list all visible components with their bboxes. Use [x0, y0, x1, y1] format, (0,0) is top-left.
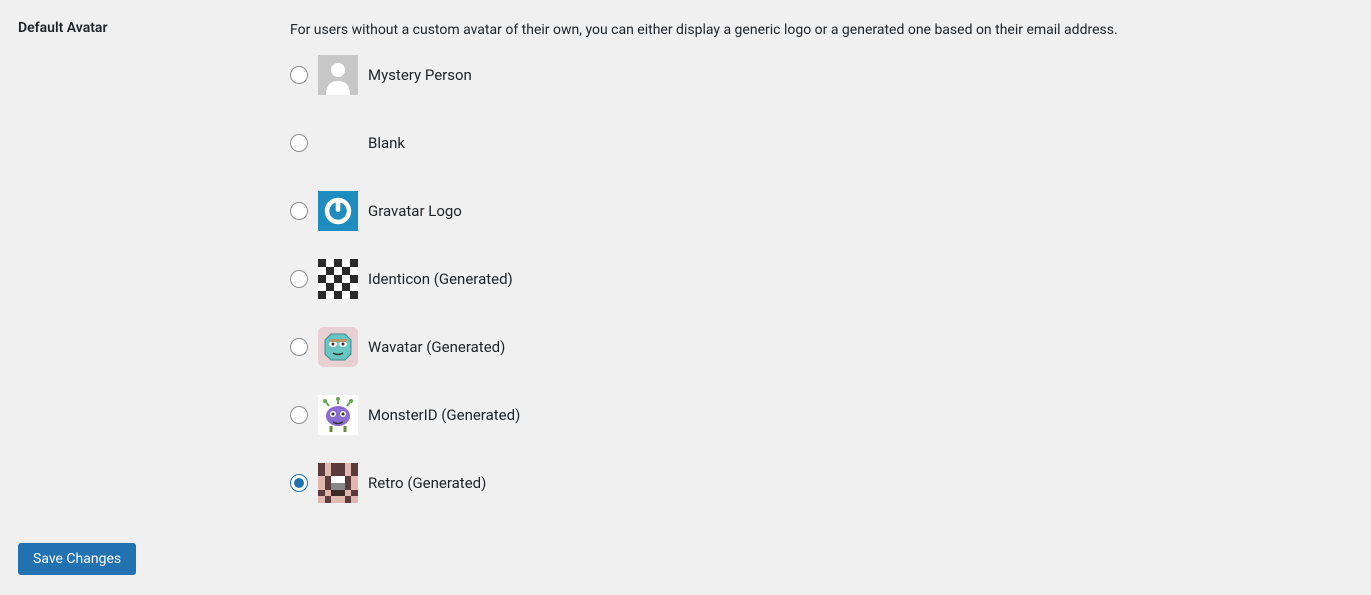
radio-mystery[interactable]	[290, 66, 308, 84]
radio-retro[interactable]	[290, 474, 308, 492]
section-description: For users without a custom avatar of the…	[290, 20, 1353, 41]
avatar-label: MonsterID (Generated)	[368, 406, 520, 424]
avatar-option-wavatar[interactable]: Wavatar (Generated)	[290, 327, 1353, 367]
avatar-option-gravatar[interactable]: Gravatar Logo	[290, 191, 1353, 231]
avatar-option-blank[interactable]: Blank	[290, 123, 1353, 163]
avatar-label: Mystery Person	[368, 66, 472, 84]
wavatar-icon	[318, 327, 358, 367]
save-changes-button[interactable]: Save Changes	[18, 543, 136, 575]
avatar-option-retro[interactable]: Retro (Generated)	[290, 463, 1353, 503]
avatar-options-list: Mystery Person Blank	[290, 55, 1353, 503]
avatar-label: Wavatar (Generated)	[368, 338, 505, 356]
avatar-option-identicon[interactable]: Identicon (Generated)	[290, 259, 1353, 299]
monsterid-icon	[318, 395, 358, 435]
section-title: Default Avatar	[18, 20, 290, 36]
avatar-label: Blank	[368, 134, 405, 152]
avatar-label: Gravatar Logo	[368, 202, 462, 220]
radio-wavatar[interactable]	[290, 338, 308, 356]
avatar-label: Identicon (Generated)	[368, 270, 513, 288]
avatar-label: Retro (Generated)	[368, 474, 486, 492]
retro-icon	[318, 463, 358, 503]
mystery-person-icon	[318, 55, 358, 95]
radio-monsterid[interactable]	[290, 406, 308, 424]
radio-blank[interactable]	[290, 134, 308, 152]
radio-identicon[interactable]	[290, 270, 308, 288]
identicon-icon	[318, 259, 358, 299]
radio-gravatar[interactable]	[290, 202, 308, 220]
avatar-option-mystery[interactable]: Mystery Person	[290, 55, 1353, 95]
avatar-option-monsterid[interactable]: MonsterID (Generated)	[290, 395, 1353, 435]
blank-icon	[318, 123, 358, 163]
gravatar-logo-icon	[318, 191, 358, 231]
